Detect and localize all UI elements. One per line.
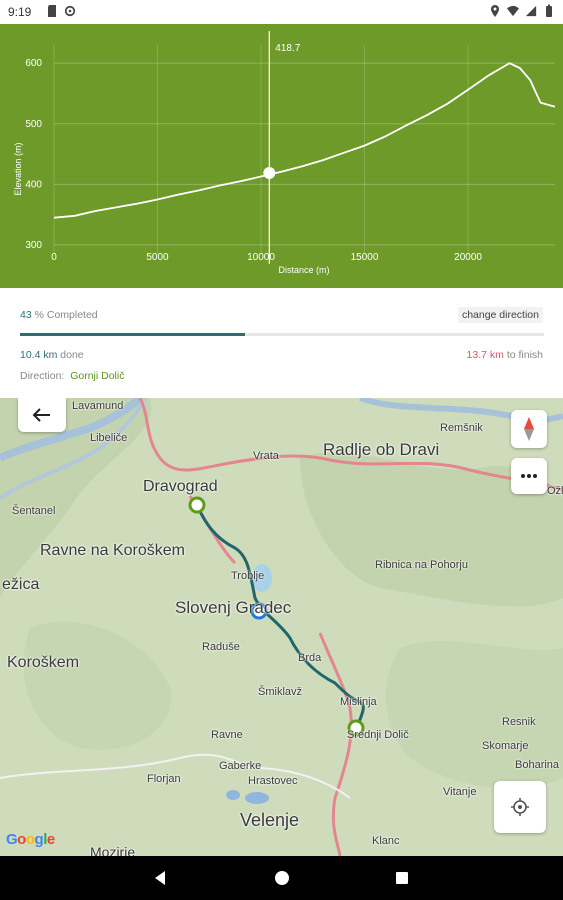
place-label: Troblje [231, 570, 265, 582]
x-tick-label: 15000 [351, 252, 379, 263]
place-label: Ravne [211, 729, 243, 741]
place-label: Dravograd [143, 478, 218, 495]
place-label: Velenje [240, 810, 300, 830]
y-tick-label: 400 [25, 179, 42, 190]
remaining-suffix: to finish [506, 349, 543, 361]
direction-value: Gornji Dolič [70, 370, 125, 382]
y-tick-label: 300 [25, 240, 42, 251]
back-button[interactable] [18, 398, 66, 432]
arrow-left-icon [32, 408, 50, 422]
place-label: Remšnik [440, 422, 483, 434]
remaining-value: 13.7 km [466, 349, 504, 361]
place-label: Skomarje [482, 740, 529, 752]
direction-label: Direction: [20, 370, 65, 382]
x-tick-label: 10000 [247, 252, 275, 263]
direction-row: Direction: Gornji Dolič [20, 370, 124, 382]
done-suffix: done [60, 349, 84, 361]
back-nav-icon[interactable] [152, 870, 168, 886]
x-tick-label: 0 [51, 252, 57, 263]
progress-bar [20, 333, 544, 336]
place-label: Ožl [547, 485, 563, 497]
more-options-button[interactable] [511, 458, 547, 494]
completed-percent: 43 [20, 309, 32, 321]
sd-card-icon [48, 5, 56, 17]
location-icon [491, 5, 499, 17]
place-label: Mozirje [90, 844, 136, 856]
distance-remaining: 13.7 km to finish [467, 349, 543, 361]
x-axis-label: Distance (m) [278, 265, 329, 275]
place-label: Koroškem [7, 654, 80, 671]
y-tick-label: 500 [25, 119, 42, 130]
y-axis-label: Elevation (m) [13, 142, 23, 195]
status-bar: 9:19 [0, 0, 563, 24]
place-label: Resnik [502, 716, 536, 728]
place-label: Ribnica na Pohorju [375, 559, 468, 571]
crosshair-icon [511, 798, 529, 816]
compass-button[interactable] [511, 410, 547, 448]
place-label: Raduše [202, 641, 240, 653]
place-label: Ravne na Koroškem [40, 542, 185, 559]
change-direction-button[interactable]: change direction [457, 307, 543, 323]
battery-icon [546, 4, 552, 17]
x-tick-label: 20000 [454, 252, 482, 263]
status-time: 9:19 [8, 5, 32, 19]
system-navigation-bar [0, 856, 563, 900]
distance-done: 10.4 km done [20, 349, 84, 361]
place-label: ežica [2, 576, 40, 593]
progress-bar-fill [20, 333, 246, 336]
progress-panel: 43 % Completed change direction 10.4 km … [0, 288, 563, 398]
place-label: Boharina [515, 759, 560, 771]
place-label: Srednji Dolič [347, 729, 409, 741]
place-label: Brda [298, 652, 322, 664]
sync-icon [64, 5, 76, 17]
map-terrain [0, 398, 563, 856]
place-label: Hrastovec [248, 775, 298, 787]
more-dots-icon [521, 474, 537, 478]
wifi-icon [507, 5, 519, 17]
place-label: Slovenj Gradec [175, 598, 292, 617]
place-label: Libeliče [90, 432, 128, 444]
place-label: Gaberke [219, 760, 262, 772]
completed-row: 43 % Completed [20, 309, 98, 321]
route-start-marker[interactable] [188, 496, 206, 514]
elevation-chart[interactable]: 600 500 400 300 0 5000 10000 15000 20000 418.7 … [0, 24, 563, 288]
place-label: Mislinja [340, 696, 377, 708]
place-label: Radlje ob Dravi [323, 440, 440, 459]
x-tick-label: 5000 [146, 252, 169, 263]
place-label: Lavamund [72, 400, 124, 412]
home-nav-icon[interactable] [274, 870, 290, 886]
signal-icon [525, 5, 537, 17]
place-label: Šentanel [12, 505, 56, 517]
my-location-button[interactable] [494, 781, 546, 833]
y-tick-label: 600 [25, 58, 42, 69]
elevation-chart-svg: 600500400300 0 5000 10000 15000 20000 418.7 … [13, 31, 556, 275]
done-value: 10.4 km [20, 349, 58, 361]
place-label: Vrata [253, 450, 279, 462]
place-label: Klanc [372, 835, 400, 847]
cursor-value-label: 418.7 [275, 43, 300, 54]
completed-suffix: % Completed [34, 309, 98, 321]
place-label: Šmiklavž [258, 686, 303, 698]
google-logo: Google [6, 831, 55, 848]
cursor-marker[interactable] [263, 167, 276, 180]
map-view[interactable]: Lavamund Libeliče Vrata Radlje ob Dravi … [0, 398, 563, 856]
compass-icon [524, 417, 534, 441]
recents-nav-icon[interactable] [394, 870, 410, 886]
place-label: Florjan [147, 773, 181, 785]
elevation-profile-line [53, 62, 556, 219]
place-label: Vitanje [443, 786, 477, 798]
